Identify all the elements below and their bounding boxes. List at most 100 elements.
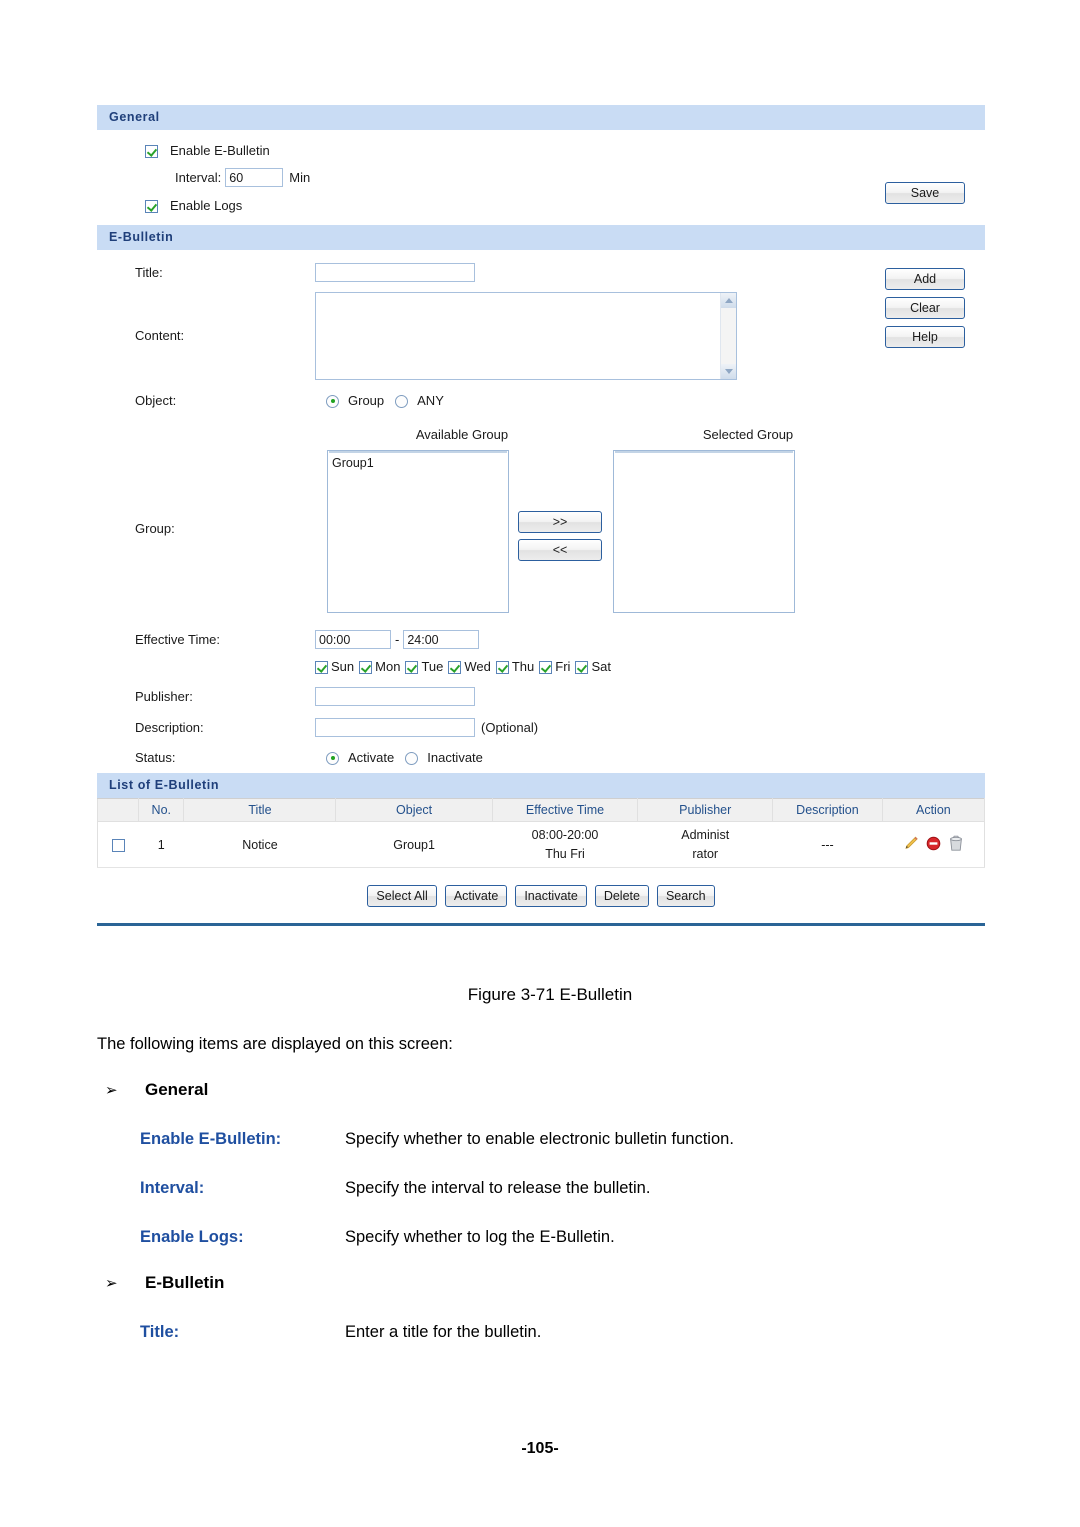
scroll-up-icon[interactable] — [721, 293, 736, 308]
selected-group-listbox[interactable] — [613, 450, 795, 613]
delete-button[interactable]: Delete — [594, 885, 649, 907]
table-col-object: Object — [335, 798, 493, 822]
group-label: Group: — [135, 521, 175, 536]
inactivate-button[interactable]: Inactivate — [515, 885, 587, 907]
bullet-arrow-icon: ➢ — [105, 1082, 118, 1099]
content-scrollbar[interactable] — [720, 293, 736, 379]
day-checkbox-wed[interactable] — [448, 660, 462, 674]
definition-term: Enable E-Bulletin: — [140, 1130, 282, 1148]
help-button[interactable]: Help — [885, 326, 965, 348]
definition-enable-ebulletin: Enable E-Bulletin: Specify whether to en… — [140, 1130, 1080, 1149]
row-no: 1 — [138, 821, 184, 868]
document-body: Figure 3-71 E-Bulletin The following ite… — [0, 985, 1080, 1342]
bullet-general: ➢ General — [105, 1080, 1080, 1100]
list-section-header: List of E-Bulletin — [97, 773, 985, 798]
day-checkbox-thu[interactable] — [495, 660, 509, 674]
day-label-wed: Wed — [464, 659, 491, 674]
status-radio-activate[interactable] — [326, 751, 339, 765]
definition-enable-logs: Enable Logs: Specify whether to log the … — [140, 1228, 1080, 1247]
table-header-row: No. Title Object Effective Time Publishe… — [96, 798, 986, 822]
bullet-arrow-icon: ➢ — [105, 1275, 118, 1292]
row-publisher-line1: Administ — [681, 828, 730, 842]
bullet-heading-general: General — [145, 1080, 209, 1099]
available-group-listbox[interactable]: Group1 — [327, 450, 509, 613]
effective-time-end-input[interactable] — [403, 630, 480, 649]
list-item[interactable]: Group1 — [328, 454, 508, 472]
definition-term: Title: — [140, 1323, 180, 1341]
table-col-select — [96, 798, 140, 822]
search-button[interactable]: Search — [656, 885, 715, 907]
effective-time-label: Effective Time: — [135, 631, 221, 647]
day-checkbox-fri[interactable] — [539, 660, 553, 674]
description-hint: (Optional) — [481, 719, 539, 735]
row-effective-time-days: Thu Fri — [545, 847, 585, 861]
content-textarea-wrapper[interactable] — [315, 292, 737, 380]
table-row[interactable]: 1 Notice Group1 08:00-20:00 Thu Fri Admi… — [96, 821, 986, 868]
enable-logs-label: Enable Logs — [170, 198, 243, 213]
row-description: --- — [772, 821, 883, 868]
definition-description: Specify whether to log the E-Bulletin. — [345, 1228, 615, 1246]
list-action-buttons: Select All Activate Inactivate Delete Se… — [97, 885, 985, 923]
table-col-publisher: Publisher — [637, 798, 774, 822]
table-col-action: Action — [881, 798, 986, 822]
title-input[interactable] — [315, 263, 475, 282]
weekday-checkbox-row: Sun Mon Tue Wed Thu Fri Sat — [315, 658, 985, 676]
enable-logs-checkbox[interactable] — [145, 199, 158, 213]
definition-title: Title: Enter a title for the bulletin. — [140, 1323, 1080, 1342]
table-col-title: Title — [183, 798, 337, 822]
interval-label: Interval: — [175, 169, 222, 185]
content-textarea[interactable] — [316, 293, 720, 379]
row-effective-time: 08:00-20:00 Thu Fri — [492, 821, 638, 868]
day-label-fri: Fri — [555, 659, 571, 674]
status-option-activate-label: Activate — [348, 750, 395, 765]
general-section-body: Enable E-Bulletin Interval: Min Enable L… — [97, 130, 985, 225]
selected-group-title: Selected Group — [702, 427, 794, 442]
row-publisher-line2: rator — [692, 847, 719, 861]
row-select-checkbox[interactable] — [111, 838, 125, 852]
day-checkbox-mon[interactable] — [359, 660, 373, 674]
description-input[interactable] — [315, 718, 475, 737]
interval-input[interactable] — [225, 168, 284, 187]
row-select-cell[interactable] — [96, 821, 139, 868]
interval-unit-label: Min — [289, 169, 311, 185]
day-label-mon: Mon — [375, 659, 401, 674]
row-action-cell — [882, 821, 986, 868]
day-checkbox-tue[interactable] — [405, 660, 419, 674]
table-col-no: No. — [138, 798, 185, 822]
object-radio-group[interactable] — [326, 394, 339, 408]
publisher-input[interactable] — [315, 687, 475, 706]
effective-time-start-input[interactable] — [315, 630, 391, 649]
scroll-down-icon[interactable] — [721, 364, 736, 379]
clear-button[interactable]: Clear — [885, 297, 965, 319]
add-button[interactable]: Add — [885, 268, 965, 290]
day-label-thu: Thu — [511, 659, 535, 674]
enable-ebulletin-label: Enable E-Bulletin — [170, 143, 270, 158]
ebulletin-section-header: E-Bulletin — [97, 225, 985, 250]
description-label: Description: — [135, 719, 204, 735]
definition-interval: Interval: Specify the interval to releas… — [140, 1179, 1080, 1198]
move-left-button[interactable]: << — [518, 539, 602, 561]
ebulletin-table: No. Title Object Effective Time Publishe… — [96, 798, 986, 868]
day-label-tue: Tue — [421, 659, 444, 674]
object-radio-any[interactable] — [395, 394, 409, 408]
ebulletin-screenshot-panel: General Enable E-Bulletin Interval: Min … — [96, 105, 986, 926]
status-option-inactivate-label: Inactivate — [427, 750, 483, 765]
save-button[interactable]: Save — [885, 182, 965, 204]
day-checkbox-sat[interactable] — [575, 660, 589, 674]
disable-icon[interactable] — [926, 836, 941, 854]
status-radio-inactivate[interactable] — [405, 751, 419, 765]
move-right-button[interactable]: >> — [518, 511, 602, 533]
enable-ebulletin-checkbox[interactable] — [145, 144, 158, 158]
status-label: Status: — [135, 750, 176, 765]
day-checkbox-sun[interactable] — [315, 660, 328, 674]
delete-icon[interactable] — [948, 835, 964, 855]
table-col-effective-time: Effective Time — [491, 798, 639, 822]
row-object: Group1 — [335, 821, 493, 868]
ebulletin-section-body: Title: Content: Object: Group ANY Availa… — [97, 250, 985, 773]
available-group-title: Available Group — [415, 427, 509, 442]
select-all-button[interactable]: Select All — [367, 885, 437, 907]
activate-button[interactable]: Activate — [444, 885, 508, 907]
table-col-description: Description — [772, 798, 883, 822]
edit-icon[interactable] — [902, 835, 919, 855]
page-number: -105- — [521, 1440, 559, 1457]
